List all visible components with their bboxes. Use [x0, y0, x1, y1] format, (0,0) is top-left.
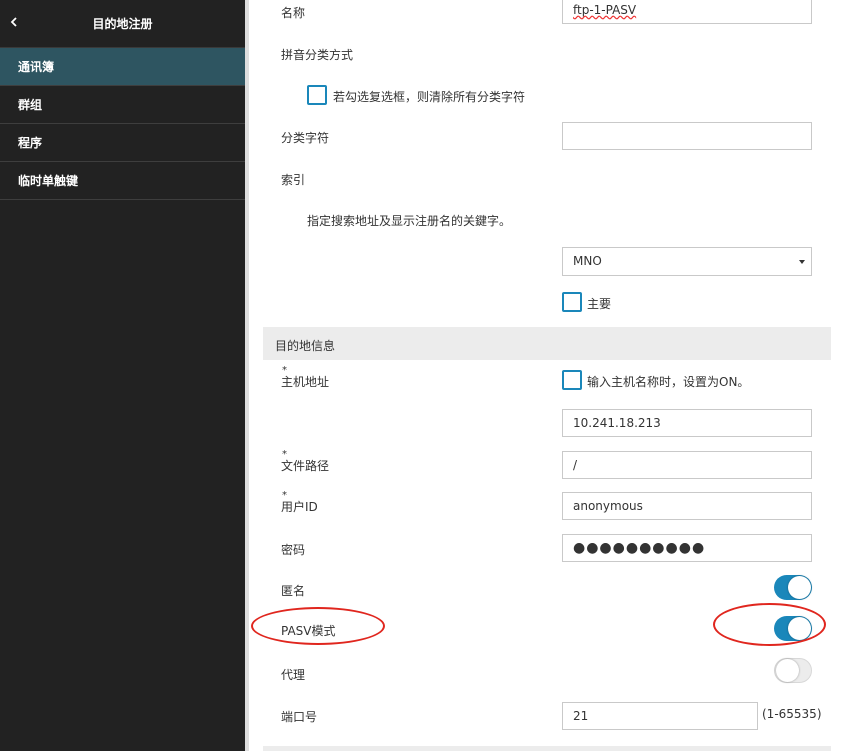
sidebar-item-address-book[interactable]: 通讯簿 — [0, 48, 245, 86]
password-field[interactable]: ●●●●●●●●●● — [562, 534, 812, 562]
host-name-checkbox-label: 输入主机名称时，设置为ON。 — [587, 375, 750, 389]
name-label: 名称 — [281, 6, 306, 20]
name-field[interactable]: ftp-1-PASV — [562, 0, 812, 24]
host-name-checkbox[interactable] — [562, 370, 582, 390]
sidebar-item-programs[interactable]: 程序 — [0, 124, 245, 162]
port-label: 端口号 — [281, 710, 318, 724]
file-path-label: 文件路径 — [281, 459, 330, 473]
password-dots: ●●●●●●●●●● — [573, 540, 706, 556]
section-header: 目的地信息 — [263, 327, 831, 360]
anonymous-label: 匿名 — [281, 584, 306, 598]
index-select-value: MNO — [573, 254, 602, 268]
pinyin-checkbox[interactable] — [307, 85, 327, 105]
password-label: 密码 — [281, 543, 306, 557]
proxy-toggle[interactable] — [774, 658, 812, 683]
pinyin-checkbox-label: 若勾选复选框，则清除所有分类字符 — [333, 90, 526, 104]
port-field[interactable]: 21 — [562, 702, 758, 730]
chevron-down-icon — [799, 260, 805, 264]
sidebar-title: 目的地注册 — [92, 17, 153, 31]
main-checkbox-label: 主要 — [587, 297, 612, 311]
port-range-hint: (1-65535) — [762, 707, 822, 721]
sidebar-item-groups[interactable]: 群组 — [0, 86, 245, 124]
index-description: 指定搜索地址及显示注册名的关鍵字。 — [307, 214, 512, 228]
host-label: 主机地址 — [281, 375, 330, 389]
main-checkbox[interactable] — [562, 292, 582, 312]
sidebar-header: 目的地注册 — [0, 0, 245, 48]
sidebar-item-one-touch[interactable]: 临时单触键 — [0, 162, 245, 200]
toggle-knob — [788, 576, 811, 599]
highlight-ellipse-pasv-label — [251, 607, 385, 645]
proxy-label: 代理 — [281, 668, 306, 682]
anonymous-toggle[interactable] — [774, 575, 812, 600]
toggle-knob — [776, 659, 799, 682]
user-id-label: 用户ID — [281, 500, 318, 514]
file-path-field[interactable]: / — [562, 451, 812, 479]
main-form: 名称 ftp-1-PASV 拼音分类方式 若勾选复选框，则清除所有分类字符 分类… — [249, 0, 847, 751]
category-label: 分类字符 — [281, 131, 330, 145]
host-address-field[interactable]: 10.241.18.213 — [562, 409, 812, 437]
user-id-field[interactable]: anonymous — [562, 492, 812, 520]
section-footer — [263, 746, 831, 751]
index-select[interactable]: MNO — [562, 247, 812, 276]
name-value: ftp-1-PASV — [573, 3, 637, 17]
category-field[interactable] — [562, 122, 812, 150]
pinyin-label: 拼音分类方式 — [281, 48, 354, 62]
index-label: 索引 — [281, 173, 306, 187]
highlight-ellipse-pasv-toggle — [713, 603, 826, 646]
sidebar: 目的地注册 通讯簿 群组 程序 临时单触键 — [0, 0, 245, 751]
section-title: 目的地信息 — [275, 339, 336, 353]
